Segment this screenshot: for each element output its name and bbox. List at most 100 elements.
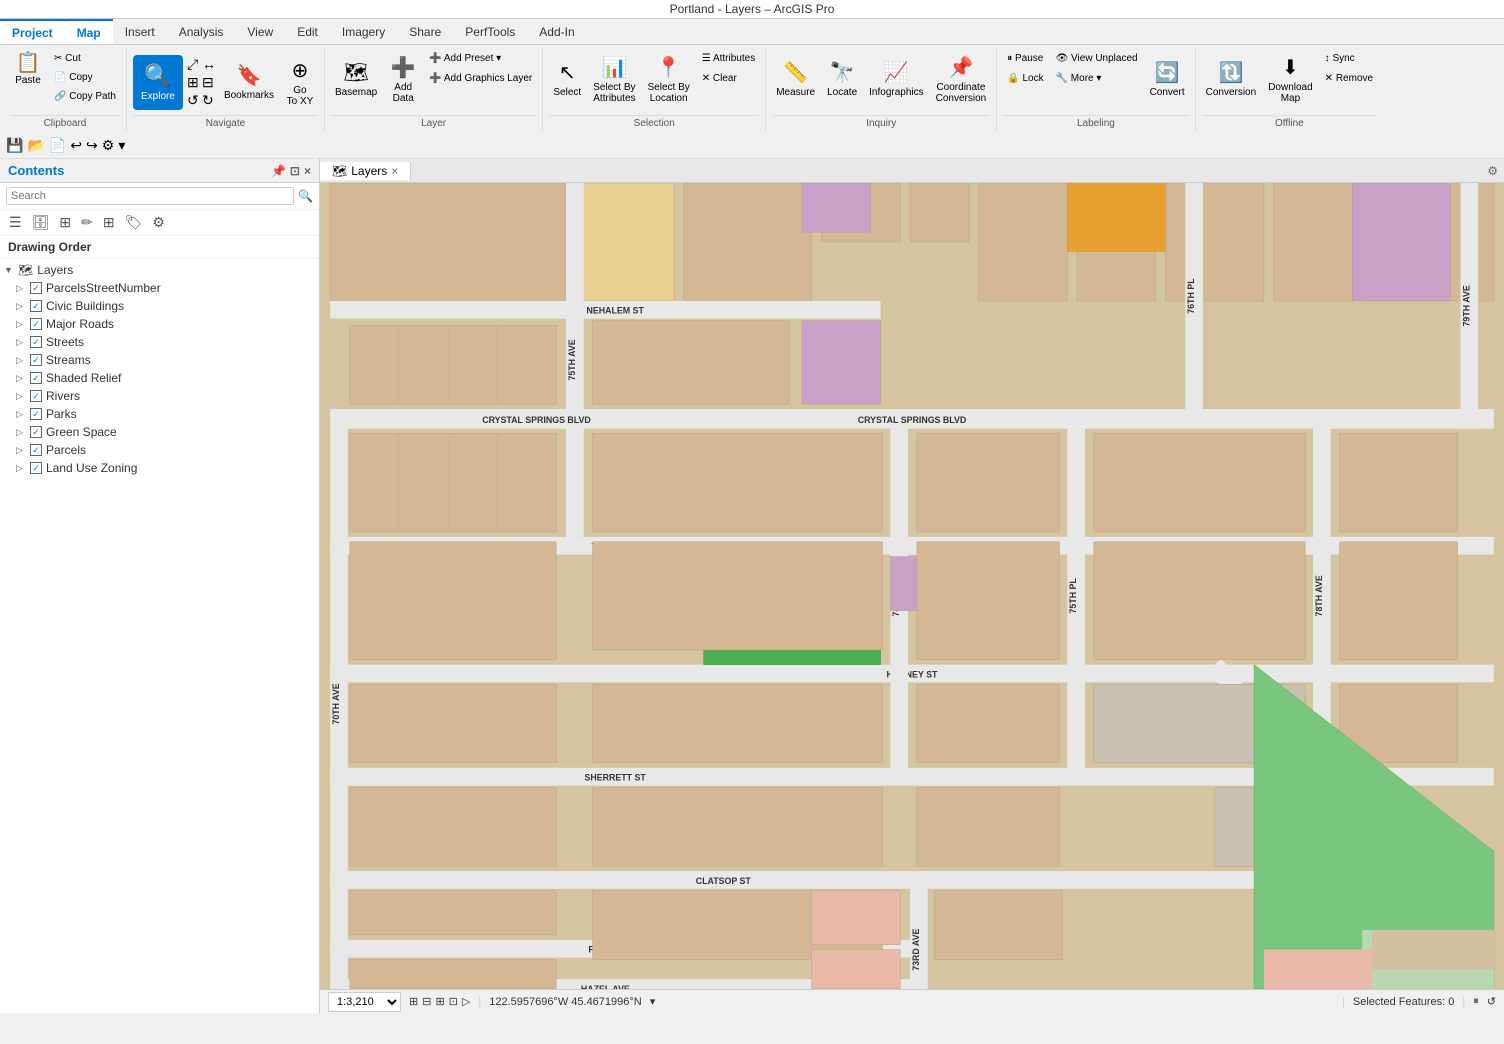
checkbox-shaded-relief[interactable]: ✓ [30,372,42,384]
dock-icon[interactable]: ⊡ [290,164,300,178]
checkbox-parcels-street-number[interactable]: ✓ [30,282,42,294]
add-graphics-layer-button[interactable]: ➕ Add Graphics Layer [425,69,536,87]
qa-save[interactable]: 💾 [6,137,23,154]
nav-icon-6[interactable]: ↻ [202,92,216,109]
layer-item-parks[interactable]: ▷ ✓ Parks [0,405,319,423]
tab-edit[interactable]: Edit [285,19,330,44]
measure-button[interactable]: 📏 Measure [772,49,819,109]
copy-button[interactable]: 📄 Copy [50,68,120,86]
view-unplaced-button[interactable]: 👁 View Unplaced [1052,49,1142,67]
pin-icon[interactable]: 📌 [271,164,286,178]
layer-item-civic-buildings[interactable]: ▷ ✓ Civic Buildings [0,297,319,315]
checkbox-civic-buildings[interactable]: ✓ [30,300,42,312]
layer-item-major-roads[interactable]: ▷ ✓ Major Roads [0,315,319,333]
map-tab-options[interactable]: ⚙ [1487,164,1504,178]
nav-zoom-out[interactable]: ⊟ [422,995,431,1008]
checkbox-parcels[interactable]: ✓ [30,444,42,456]
rendering-status[interactable]: ↺ [1487,995,1496,1008]
checkbox-land-use-zoning[interactable]: ✓ [30,462,42,474]
paste-button[interactable]: 📋 Paste [10,49,46,104]
checkbox-major-roads[interactable]: ✓ [30,318,42,330]
layer-tool-grid[interactable]: ⊞ [56,213,74,232]
layer-item-streets[interactable]: ▷ ✓ Streets [0,333,319,351]
nav-forward[interactable]: ▷ [462,995,470,1008]
search-input[interactable] [6,187,294,205]
nav-icon-1[interactable]: ⤢ [187,56,201,73]
coordinate-conversion-button[interactable]: 📌 CoordinateConversion [932,49,991,109]
tab-map[interactable]: Map [65,19,113,44]
coordinate-dropdown[interactable]: ▾ [650,995,656,1008]
tab-project[interactable]: Project [0,19,65,44]
convert-button[interactable]: 🔄 Convert [1146,49,1189,109]
bookmarks-button[interactable]: 🔖 Bookmarks [220,52,278,112]
tab-insert[interactable]: Insert [113,19,167,44]
qa-new[interactable]: 📄 [49,137,66,154]
checkbox-parks[interactable]: ✓ [30,408,42,420]
nav-icon-3[interactable]: ⊞ [187,74,201,91]
layer-item-shaded-relief[interactable]: ▷ ✓ Shaded Relief [0,369,319,387]
layer-tool-settings[interactable]: ⚙ [149,213,168,232]
clear-button[interactable]: ✕ Clear [698,69,759,87]
remove-button[interactable]: ✕ Remove [1321,69,1377,87]
add-data-button[interactable]: ➕ AddData [385,49,421,109]
nav-fit[interactable]: ⊡ [449,995,458,1008]
close-icon[interactable]: × [304,164,311,178]
map-tab-layers[interactable]: 🗺 Layers × [320,162,411,180]
select-by-attributes-button[interactable]: 📊 Select ByAttributes [589,49,639,109]
infographics-button[interactable]: 📈 Infographics [865,49,927,109]
go-to-xy-button[interactable]: ⊕ GoTo XY [282,52,318,112]
sync-button[interactable]: ↕ Sync [1321,49,1377,67]
pause-rendering[interactable]: ⏸ [1473,995,1479,1008]
download-map-button[interactable]: ⬇ DownloadMap [1264,49,1316,109]
locate-button[interactable]: 🔭 Locate [823,49,861,109]
layer-tool-cylinder[interactable]: 🗄 [29,213,53,232]
nav-icon-2[interactable]: ↔ [202,56,216,73]
layer-tool-add[interactable]: ⊞ [100,213,118,232]
layer-item-streams[interactable]: ▷ ✓ Streams [0,351,319,369]
qa-dropdown[interactable]: ▾ [118,137,125,154]
explore-button[interactable]: 🔍 Explore [133,55,183,110]
qa-open[interactable]: 📂 [27,137,44,154]
tab-view[interactable]: View [235,19,285,44]
nav-icon-5[interactable]: ↺ [187,92,201,109]
layer-item-land-use-zoning[interactable]: ▷ ✓ Land Use Zoning [0,459,319,477]
layer-item-parcels[interactable]: ▷ ✓ Parcels [0,441,319,459]
conversion-button[interactable]: 🔃 Conversion [1202,49,1261,109]
select-by-location-button[interactable]: 📍 Select ByLocation [644,49,694,109]
map-canvas[interactable]: NEHALEM ST CRYSTAL SPRINGS BLVD TENINO S… [320,183,1504,989]
map-tab-close[interactable]: × [391,164,398,178]
nav-icon-4[interactable]: ⊟ [202,74,216,91]
more-button[interactable]: 🔧 More ▾ [1052,69,1142,87]
checkbox-streets[interactable]: ✓ [30,336,42,348]
nav-zoom-in[interactable]: ⊞ [409,995,418,1008]
layer-tool-list[interactable]: ☰ [6,213,25,232]
lock-button[interactable]: 🔒 Lock [1003,69,1047,87]
basemap-button[interactable]: 🗺 Basemap [331,49,381,109]
checkbox-green-space[interactable]: ✓ [30,426,42,438]
copy-path-button[interactable]: 🔗 Copy Path [50,87,120,105]
layer-item-rivers[interactable]: ▷ ✓ Rivers [0,387,319,405]
layer-group-layers[interactable]: ▼ 🗺 Layers [0,261,319,279]
tab-perftools[interactable]: PerfTools [453,19,527,44]
tab-addin[interactable]: Add-In [527,19,586,44]
attributes-button[interactable]: ☰ Attributes [698,49,759,67]
select-button[interactable]: ↖ Select [549,49,585,109]
checkbox-streams[interactable]: ✓ [30,354,42,366]
qa-settings[interactable]: ⚙ [102,137,115,154]
qa-undo[interactable]: ↩ [70,137,82,154]
layer-tool-label[interactable]: 🏷 [122,213,146,232]
pause-button[interactable]: ⏸ Pause [1003,49,1047,67]
tab-analysis[interactable]: Analysis [167,19,236,44]
qa-redo[interactable]: ↪ [86,137,98,154]
layer-item-green-space[interactable]: ▷ ✓ Green Space [0,423,319,441]
checkbox-rivers[interactable]: ✓ [30,390,42,402]
layer-item-parcels-street-number[interactable]: ▷ ✓ ParcelsStreetNumber [0,279,319,297]
tab-imagery[interactable]: Imagery [330,19,397,44]
scale-dropdown[interactable]: 1:3,210 1:5,000 1:10,000 [328,992,401,1012]
cut-button[interactable]: ✂ Cut [50,49,120,67]
search-icon[interactable]: 🔍 [298,189,313,203]
nav-grid[interactable]: ⊞ [435,995,444,1008]
add-preset-button[interactable]: ➕ Add Preset ▾ [425,49,536,67]
layer-tool-pencil[interactable]: ✏ [78,213,96,232]
tab-share[interactable]: Share [397,19,453,44]
